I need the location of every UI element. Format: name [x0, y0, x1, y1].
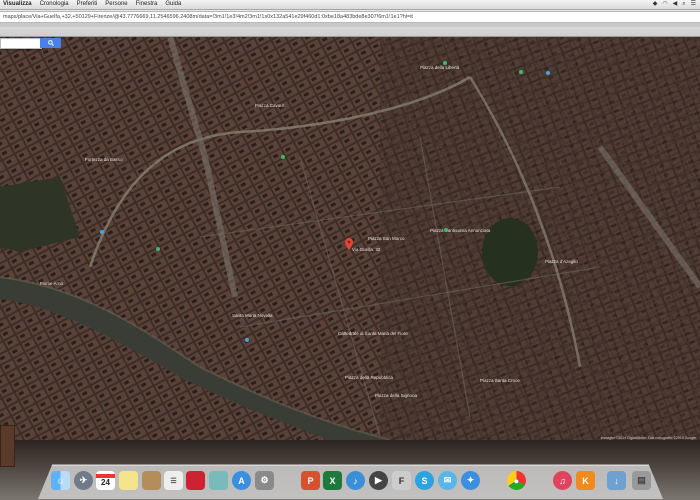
trash-icon[interactable]: ▤: [632, 471, 651, 490]
excel-icon[interactable]: X: [323, 471, 342, 490]
map-search-button[interactable]: [40, 38, 61, 48]
map-label: Fortezza da Basso: [85, 157, 123, 162]
notes-icon[interactable]: [119, 471, 138, 490]
map-label: Piazza Santissima Annunziata: [430, 228, 491, 233]
map-label: Piazza d'Azeglio: [545, 259, 578, 264]
klok-icon[interactable]: K: [576, 471, 595, 490]
system-preferences-icon[interactable]: ⚙: [255, 471, 274, 490]
transit-marker[interactable]: [245, 338, 249, 342]
spotlight-icon[interactable]: ⌕: [682, 0, 685, 9]
address-bar[interactable]: maps/place/Via+Guelfa,+32,+50129+Firenze…: [0, 11, 700, 23]
search-icon: [47, 40, 54, 46]
map-label: Cattedrale di Santa Maria del Fiore: [338, 331, 408, 336]
safari-icon[interactable]: ✦: [461, 471, 480, 490]
app-store-icon[interactable]: A: [232, 471, 251, 490]
park-area: [482, 218, 538, 286]
menu-extras: ◆ ◠ ◀ ⌕ ☰: [653, 0, 700, 9]
map-label: Piazza San Marco: [368, 236, 405, 241]
map-label: Fiume Arno: [40, 281, 64, 286]
desktop-widget-thumbnail[interactable]: [0, 425, 15, 467]
map-label: Piazza della Libertà: [420, 65, 460, 70]
map-search-input[interactable]: [0, 38, 42, 49]
menu-finestra[interactable]: Finestra: [132, 0, 162, 9]
menu-bar: Visualizza Cronologia Preferiti Persone …: [0, 0, 700, 10]
poi-marker[interactable]: [519, 70, 523, 74]
calendar-icon[interactable]: 24: [96, 471, 115, 490]
map-label: Piazza della Repubblica: [345, 375, 394, 380]
dropbox-icon[interactable]: ◆: [653, 0, 658, 9]
finder-icon[interactable]: ☺: [51, 471, 70, 490]
skype-icon[interactable]: S: [415, 471, 434, 490]
poi-marker[interactable]: [444, 228, 448, 232]
poi-marker[interactable]: [156, 247, 160, 251]
poi-marker[interactable]: [443, 61, 447, 65]
menu-guida[interactable]: Guida: [161, 0, 185, 9]
keynote-icon[interactable]: P: [301, 471, 320, 490]
photo-booth-icon[interactable]: [186, 471, 205, 490]
volume-icon[interactable]: ◀: [673, 0, 678, 9]
transit-marker[interactable]: [100, 230, 104, 234]
map-label: Piazza Cavour: [255, 103, 285, 108]
map-label: Piazza Santa Croce: [480, 378, 520, 383]
chrome-icon[interactable]: ●: [507, 471, 526, 490]
quicktime-icon[interactable]: ▶: [369, 471, 388, 490]
menu-visualizza[interactable]: Visualizza: [0, 0, 36, 9]
music-icon[interactable]: ♫: [553, 471, 572, 490]
transit-marker[interactable]: [546, 71, 550, 75]
map-label: Via Guelfa, 32: [352, 247, 381, 252]
bookmarks-strip: [0, 23, 700, 27]
wifi-icon[interactable]: ◠: [662, 0, 667, 9]
messages-icon[interactable]: ✉: [438, 471, 457, 490]
location-pin-icon[interactable]: [345, 238, 353, 250]
calendar-day: 24: [101, 478, 110, 487]
itunes-icon[interactable]: ♪: [346, 471, 365, 490]
menu-persone[interactable]: Persone: [101, 0, 131, 9]
map-label: Piazza della Signoria: [375, 393, 418, 398]
fontbook-icon[interactable]: F: [392, 471, 411, 490]
launchpad-icon[interactable]: ✈: [74, 471, 93, 490]
poi-marker[interactable]: [281, 155, 285, 159]
downloads-icon[interactable]: ↓: [607, 471, 626, 490]
map-label: Santa Maria Novella: [232, 313, 273, 318]
contacts-icon[interactable]: [142, 471, 161, 490]
notification-center-icon[interactable]: ☰: [691, 0, 696, 9]
reminders-icon[interactable]: ☰: [164, 471, 183, 490]
menu-preferiti[interactable]: Preferiti: [73, 0, 102, 9]
menu-cronologia[interactable]: Cronologia: [36, 0, 73, 9]
preview-icon[interactable]: [209, 471, 228, 490]
